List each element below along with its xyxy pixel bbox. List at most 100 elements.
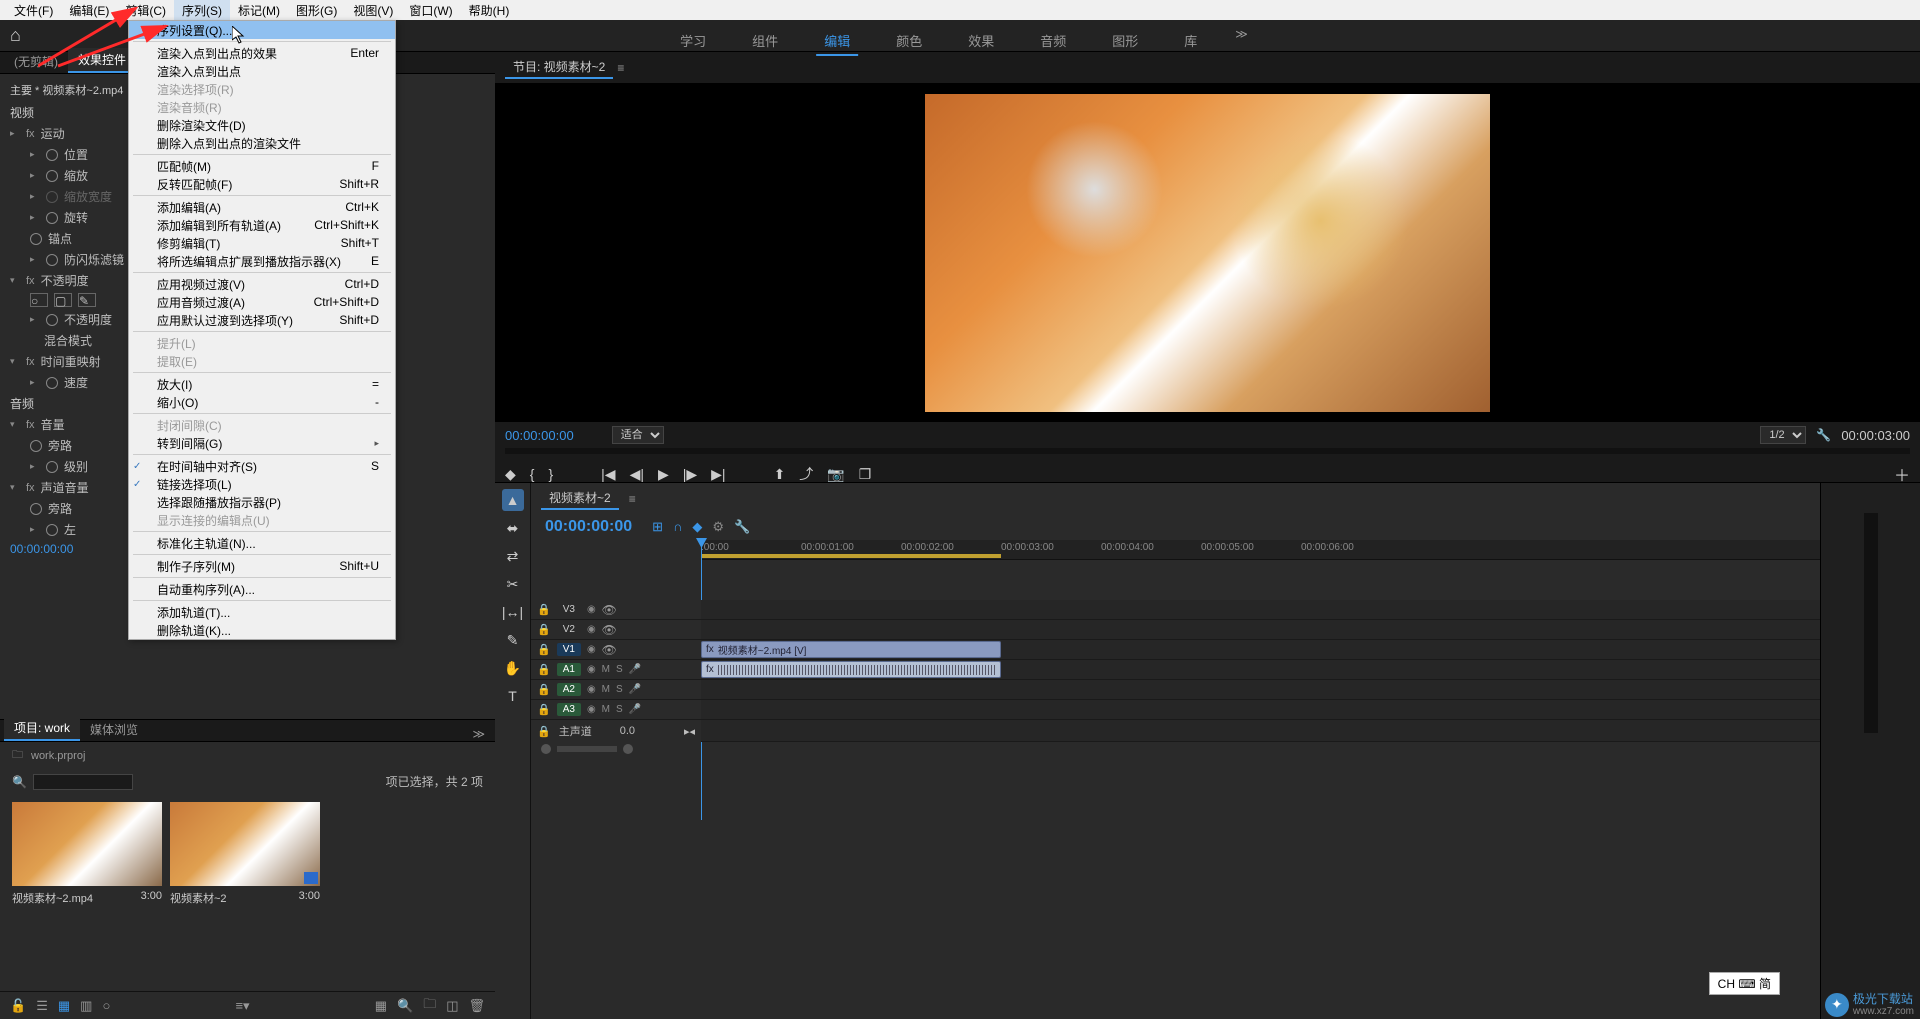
comparison-view-button[interactable]: ❐ bbox=[859, 466, 872, 483]
track-solo-a3[interactable]: S bbox=[616, 704, 623, 715]
stopwatch-opacity[interactable] bbox=[46, 314, 58, 326]
track-target-v1[interactable]: ◉ bbox=[587, 644, 596, 655]
track-voice-a3[interactable]: 🎤 bbox=[629, 704, 641, 715]
project-panel-menu[interactable]: ≫ bbox=[466, 727, 491, 741]
program-settings-icon[interactable]: 🔧 bbox=[1816, 428, 1831, 442]
menuitem-match-frame[interactable]: 匹配帧(M)F bbox=[129, 157, 395, 175]
track-lock-v3[interactable]: 🔒 bbox=[537, 603, 551, 616]
tab-effect-controls[interactable]: 效果控件 bbox=[68, 48, 136, 73]
menuitem-make-subsequence[interactable]: 制作子序列(M)Shift+U bbox=[129, 557, 395, 575]
program-zoom-select[interactable]: 1/2 bbox=[1760, 426, 1806, 444]
level-prop[interactable]: 级别 bbox=[64, 458, 88, 475]
position-prop[interactable]: 位置 bbox=[64, 146, 88, 163]
timeline-sequence-title[interactable]: 视频素材~2 bbox=[541, 487, 619, 510]
track-voice-a1[interactable]: 🎤 bbox=[629, 664, 641, 675]
menuitem-zoom-in[interactable]: 放大(I)= bbox=[129, 375, 395, 393]
menuitem-reverse-match-frame[interactable]: 反转匹配帧(F)Shift+R bbox=[129, 175, 395, 193]
workspace-editing[interactable]: 编辑 bbox=[816, 27, 858, 56]
add-marker-timeline-icon[interactable]: ◆ bbox=[692, 519, 702, 535]
step-forward-button[interactable]: |▶ bbox=[683, 466, 697, 483]
slip-tool[interactable]: |↔| bbox=[502, 601, 524, 623]
menu-file[interactable]: 文件(F) bbox=[6, 0, 61, 21]
track-lock-a1[interactable]: 🔒 bbox=[537, 663, 551, 676]
menuitem-add-tracks[interactable]: 添加轨道(T)... bbox=[129, 603, 395, 621]
menuitem-add-edit[interactable]: 添加编辑(A)Ctrl+K bbox=[129, 198, 395, 216]
timeline-tab-menu[interactable]: ≡ bbox=[629, 492, 636, 506]
menuitem-trim-edit[interactable]: 修剪编辑(T)Shift+T bbox=[129, 234, 395, 252]
stopwatch-bypass[interactable] bbox=[30, 440, 42, 452]
track-mute-a2[interactable]: M bbox=[602, 684, 610, 695]
ripple-edit-tool[interactable]: ⇄ bbox=[502, 545, 524, 567]
opacity-val-prop[interactable]: 不透明度 bbox=[64, 311, 112, 328]
program-tab-menu[interactable]: ≡ bbox=[617, 61, 624, 75]
track-lock-v2[interactable]: 🔒 bbox=[537, 623, 551, 636]
track-toggle-v1[interactable]: 👁 bbox=[602, 643, 617, 657]
track-voice-a2[interactable]: 🎤 bbox=[629, 684, 641, 695]
track-label-v1[interactable]: V1 bbox=[557, 643, 581, 656]
go-to-out-button[interactable]: ▶| bbox=[711, 466, 725, 483]
menuitem-snap-in-timeline[interactable]: ✓在时间轴中对齐(S)S bbox=[129, 457, 395, 475]
menuitem-auto-reframe[interactable]: 自动重构序列(A)... bbox=[129, 580, 395, 598]
program-title[interactable]: 节目: 视频素材~2 bbox=[505, 56, 613, 79]
timeline-timecode[interactable]: 00:00:00:00 bbox=[545, 518, 632, 536]
stopwatch-position[interactable] bbox=[46, 149, 58, 161]
menu-help[interactable]: 帮助(H) bbox=[461, 0, 518, 21]
mask-ellipse-icon[interactable]: ○ bbox=[30, 293, 48, 307]
menuitem-render-in-out-effects[interactable]: 渲染入点到出点的效果Enter bbox=[129, 44, 395, 62]
pen-tool[interactable]: ✎ bbox=[502, 629, 524, 651]
menuitem-linked-selection[interactable]: ✓链接选择项(L) bbox=[129, 475, 395, 493]
track-lock-a2[interactable]: 🔒 bbox=[537, 683, 551, 696]
workspace-audio[interactable]: 音频 bbox=[1032, 27, 1074, 56]
track-mute-a3[interactable]: M bbox=[602, 704, 610, 715]
track-label-a1[interactable]: A1 bbox=[557, 663, 581, 676]
track-toggle-v2[interactable]: 👁 bbox=[602, 623, 617, 637]
stopwatch-antiflicker[interactable] bbox=[46, 254, 58, 266]
anti-flicker-prop[interactable]: 防闪烁滤镜 bbox=[64, 251, 124, 268]
program-fit-select[interactable]: 适合 bbox=[612, 426, 664, 444]
tab-project[interactable]: 项目: work bbox=[4, 716, 80, 741]
bypass2-prop[interactable]: 旁路 bbox=[48, 500, 72, 517]
timeline-wrench-icon[interactable]: 🔧 bbox=[734, 519, 750, 535]
play-button[interactable]: ▶ bbox=[658, 466, 669, 483]
timeline-settings-icon[interactable]: ⚙ bbox=[712, 519, 724, 535]
project-item-thumbnail[interactable] bbox=[170, 802, 320, 886]
mark-in-button[interactable]: { bbox=[530, 466, 535, 482]
track-toggle-v3[interactable]: 👁 bbox=[602, 603, 617, 617]
stopwatch-rotation[interactable] bbox=[46, 212, 58, 224]
menu-view[interactable]: 视图(V) bbox=[345, 0, 401, 21]
stopwatch-scale[interactable] bbox=[46, 170, 58, 182]
audio-clip[interactable]: fx bbox=[701, 661, 1001, 678]
track-lock-a3[interactable]: 🔒 bbox=[537, 703, 551, 716]
menuitem-render-in-out[interactable]: 渲染入点到出点 bbox=[129, 62, 395, 80]
snap-icon[interactable]: ⊞ bbox=[652, 519, 663, 535]
stopwatch-bypass2[interactable] bbox=[30, 503, 42, 515]
new-item-icon[interactable]: ◫ bbox=[446, 998, 458, 1014]
track-lock-v1[interactable]: 🔒 bbox=[537, 643, 551, 656]
track-target-v2[interactable]: ◉ bbox=[587, 624, 596, 635]
track-target-a1[interactable]: ◉ bbox=[587, 664, 596, 675]
razor-tool[interactable]: ✂ bbox=[502, 573, 524, 595]
menuitem-apply-default-transition[interactable]: 应用默认过渡到选择项(Y)Shift+D bbox=[129, 311, 395, 329]
add-marker-button[interactable]: ◆ bbox=[505, 466, 516, 483]
track-target-v3[interactable]: ◉ bbox=[587, 604, 596, 615]
project-lock-icon[interactable]: 🔓 bbox=[10, 998, 26, 1014]
menu-window[interactable]: 窗口(W) bbox=[401, 0, 460, 21]
menuitem-normalize-master[interactable]: 标准化主轨道(N)... bbox=[129, 534, 395, 552]
timeline-ruler[interactable]: :00:00 00:00:01:00 00:00:02:00 00:00:03:… bbox=[701, 540, 1820, 560]
mark-out-button[interactable]: } bbox=[548, 466, 553, 482]
linked-selection-icon[interactable]: ∩ bbox=[673, 519, 682, 535]
type-tool[interactable]: T bbox=[502, 685, 524, 707]
opacity-effect[interactable]: 不透明度 bbox=[41, 272, 89, 289]
rotation-prop[interactable]: 旋转 bbox=[64, 209, 88, 226]
project-item-thumbnail[interactable] bbox=[12, 802, 162, 886]
step-back-button[interactable]: ◀| bbox=[630, 466, 644, 483]
track-label-v3[interactable]: V3 bbox=[557, 603, 581, 616]
menuitem-add-edit-all[interactable]: 添加编辑到所有轨道(A)Ctrl+Shift+K bbox=[129, 216, 395, 234]
project-item-sequence[interactable]: 视频素材~23:00 bbox=[170, 802, 320, 983]
menuitem-delete-render-files[interactable]: 删除渲染文件(D) bbox=[129, 116, 395, 134]
automate-to-sequence-icon[interactable]: ▦ bbox=[375, 998, 387, 1014]
track-mute-a1[interactable]: M bbox=[602, 664, 610, 675]
anchor-prop[interactable]: 锚点 bbox=[48, 230, 72, 247]
stopwatch-left[interactable] bbox=[46, 524, 58, 536]
workspace-more[interactable]: ≫ bbox=[1235, 27, 1248, 56]
